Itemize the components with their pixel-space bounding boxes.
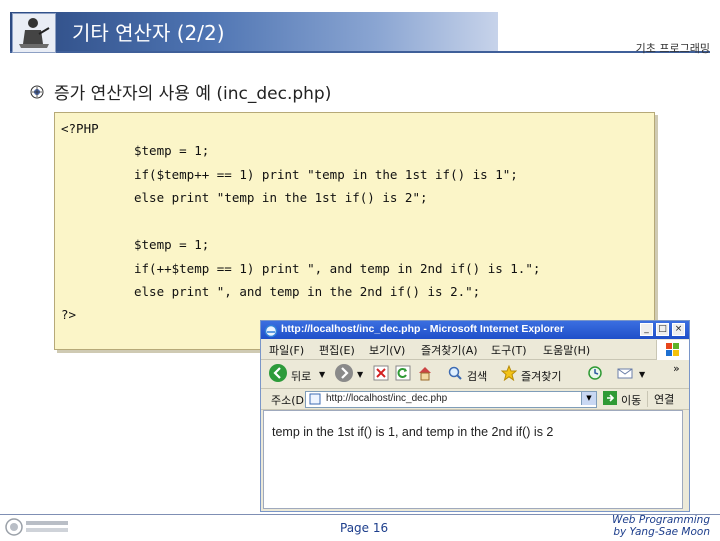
internet-explorer-icon <box>264 323 278 338</box>
page-icon <box>309 393 321 405</box>
slide-title: 기타 연산자 (2/2) <box>72 21 225 45</box>
code-line: $temp = 1; <box>134 237 210 252</box>
author-credit: Web Programming by Yang-Sae Moon <box>612 514 710 538</box>
presenter-logo-icon <box>12 13 56 53</box>
go-button[interactable]: 이동 <box>603 391 643 407</box>
minimize-button[interactable]: _ <box>640 323 653 336</box>
windows-logo-icon <box>656 340 689 360</box>
browser-titlebar: http://localhost/inc_dec.php - Microsoft… <box>261 321 689 339</box>
menu-favorites[interactable]: 즐겨찾기(A) <box>421 342 478 358</box>
header-divider <box>10 51 710 53</box>
address-dropdown-icon[interactable]: ▼ <box>581 392 596 405</box>
forward-dropdown-icon[interactable]: ▼ <box>357 370 363 379</box>
favorites-button-label[interactable]: 즐겨찾기 <box>521 368 561 384</box>
menu-edit[interactable]: 편집(E) <box>319 342 355 358</box>
menu-help[interactable]: 도움말(H) <box>543 342 590 358</box>
page-number: Page 16 <box>340 521 389 535</box>
code-line: $temp = 1; <box>134 143 210 158</box>
back-button-label[interactable]: 뒤로 <box>291 368 311 384</box>
menu-file[interactable]: 파일(F) <box>269 342 304 358</box>
forward-arrow-icon[interactable] <box>335 364 353 382</box>
university-logo-icon <box>4 517 72 537</box>
menu-tools[interactable]: 도구(T) <box>491 342 527 358</box>
code-line: else print ", and temp in the 2nd if() i… <box>134 284 481 299</box>
search-button-label[interactable]: 검색 <box>467 368 487 384</box>
back-dropdown-icon[interactable]: ▼ <box>319 370 325 379</box>
address-bar: 주소(D) http://localhost/inc_dec.php ▼ 이동 … <box>261 389 689 410</box>
menu-view[interactable]: 보기(V) <box>369 342 405 358</box>
course-name: 기초 프로그래밍 <box>635 42 710 55</box>
refresh-icon[interactable] <box>395 365 411 381</box>
code-listing: <?PHP $temp = 1; if($temp++ == 1) print … <box>54 112 655 350</box>
favorites-star-icon[interactable] <box>500 364 518 382</box>
code-line: if(++$temp == 1) print ", and temp in 2n… <box>134 261 541 276</box>
back-arrow-icon[interactable] <box>269 364 287 382</box>
code-line: else print "temp in the 1st if() is 2"; <box>134 190 428 205</box>
address-value[interactable]: http://localhost/inc_dec.php <box>326 393 447 404</box>
page-content: temp in the 1st if() is 1, and temp in t… <box>263 410 683 509</box>
mail-dropdown-icon[interactable]: ▼ <box>639 370 645 379</box>
mail-icon[interactable] <box>617 365 633 381</box>
go-label: 이동 <box>621 394 642 407</box>
browser-window: http://localhost/inc_dec.php - Microsoft… <box>260 320 690 512</box>
maximize-button[interactable]: □ <box>656 323 669 336</box>
code-line: ?> <box>61 307 77 322</box>
history-icon[interactable] <box>587 365 603 381</box>
author-line-2: by Yang-Sae Moon <box>613 526 710 538</box>
links-button[interactable]: 연결 <box>647 391 685 407</box>
page-output-text: temp in the 1st if() is 1, and temp in t… <box>272 425 554 439</box>
go-arrow-icon <box>603 391 617 405</box>
stop-icon[interactable] <box>373 365 389 381</box>
code-line: <?PHP <box>61 121 99 136</box>
home-icon[interactable] <box>417 365 433 381</box>
menu-bar: 파일(F) 편집(E) 보기(V) 즐겨찾기(A) 도구(T) 도움말(H) <box>261 339 689 360</box>
bullet-heading: 증가 연산자의 사용 예 (inc_dec.php) <box>54 84 332 104</box>
toolbar: 뒤로 ▼ ▼ 검색 즐겨찾기 ▼ » <box>261 360 689 389</box>
address-input[interactable]: http://localhost/inc_dec.php ▼ <box>305 391 597 408</box>
code-line: if($temp++ == 1) print "temp in the 1st … <box>134 167 518 182</box>
close-button[interactable]: × <box>672 323 685 336</box>
search-icon[interactable] <box>447 365 463 381</box>
browser-title: http://localhost/inc_dec.php - Microsoft… <box>281 323 564 335</box>
address-label: 주소(D) <box>271 394 309 407</box>
toolbar-chevron-icon[interactable]: » <box>673 362 680 375</box>
bullet-icon <box>30 84 44 99</box>
author-line-1: Web Programming <box>611 514 710 526</box>
